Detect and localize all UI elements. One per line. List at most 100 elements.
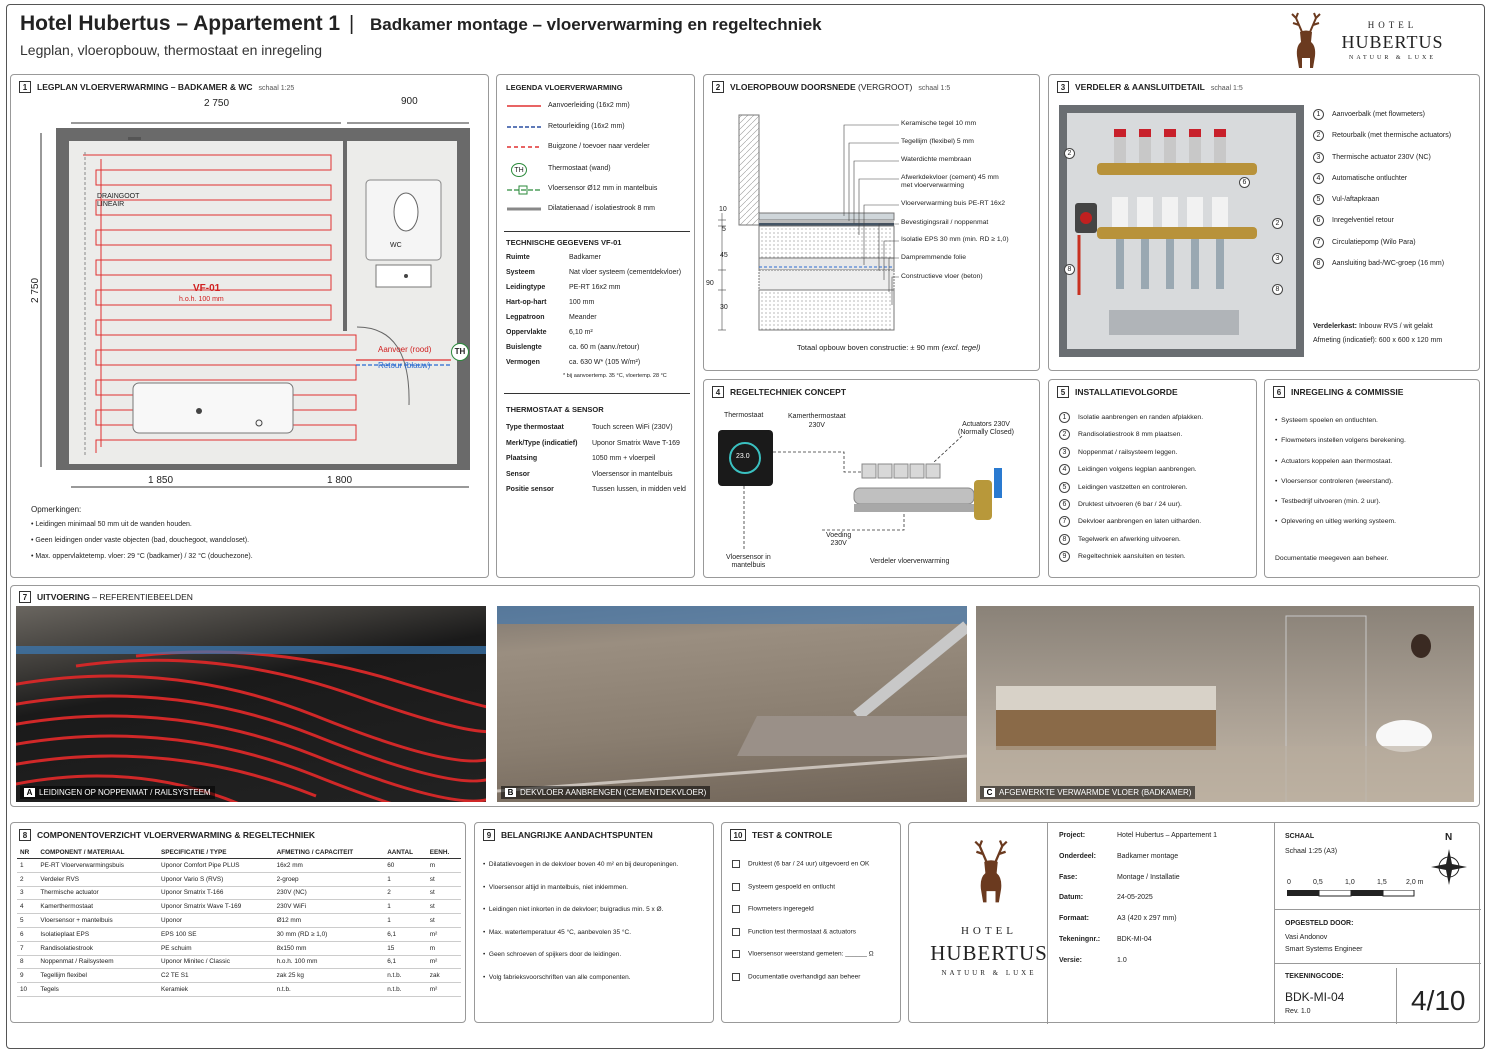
callout-badge: 3 [1272, 247, 1291, 265]
info-row: Vermogen ca. 630 W* (105 W/m²) [506, 359, 692, 374]
table-cell: PE schuim [158, 941, 274, 956]
checklist-item[interactable]: Documentatie overhandigd aan beheer [732, 972, 874, 996]
table-cell: 230V WiFi [273, 899, 385, 915]
tech-footnote: * bij aanvoertemp. 35 °C, vloertemp. 28 … [563, 373, 667, 379]
checklist-item[interactable]: Flowmeters ingeregeld [732, 905, 874, 928]
info-value: 6,10 m² [569, 329, 593, 336]
manifold-item: 6 Inregelventiel retour [1313, 215, 1451, 236]
table-row: 6 Isolatieplaat EPS EPS 100 SE 30 mm (RD ≥ … [17, 927, 461, 942]
table-cell: st [426, 886, 461, 901]
panel-number: 3 [1057, 81, 1069, 93]
install-step: 2 Randisolatiestrook 8 mm plaatsen. [1059, 429, 1203, 446]
table-header: EENH. [426, 847, 461, 859]
commissioning-item: • Actuators koppelen aan thermostaat. [1275, 457, 1393, 465]
table-cell: 1 [384, 913, 427, 928]
table-cell: Uponor Vario S (RVS) [158, 872, 274, 887]
checklist-item[interactable]: Function test thermostaat & actuators [732, 927, 874, 951]
checkbox[interactable] [732, 972, 740, 981]
legend-item: Vloersensor Ø12 mm in mantelbuis [548, 185, 658, 192]
floor-plan [40, 122, 470, 488]
checkbox[interactable] [732, 882, 740, 891]
panel-title: TEST & CONTROLE [752, 830, 833, 840]
thermo-table: Type thermostaat Touch screen WiFi (230V)… [506, 424, 692, 502]
info-row: Fase: Montage / Installatie [1059, 874, 1269, 895]
info-row: Formaat: A3 (420 x 297 mm) [1059, 915, 1269, 936]
table-cell: C2 TE S1 [158, 968, 274, 984]
table-cell: 6 [17, 927, 38, 942]
note-item: • Max. oppervlaktetemp. vloer: 29 °C (ba… [31, 553, 253, 560]
tech-title: TECHNISCHE GEGEVENS VF-01 [506, 238, 622, 247]
callout-number: 6 [1239, 177, 1250, 188]
info-value: Vloersensor in mantelbuis [592, 470, 673, 478]
info-value: 24-05-2025 [1117, 894, 1153, 902]
table-cell: 6,1 [384, 927, 427, 942]
deer-logo-large-icon [964, 839, 1018, 905]
table-cell: 4 [17, 899, 38, 915]
dim-screed: 45 [720, 252, 728, 259]
info-key: Leidingtype [506, 284, 546, 291]
panel-number: 8 [19, 829, 31, 841]
table-cell: n.t.b. [384, 982, 427, 997]
section-label: Bevestigingsrail / noppenmat [901, 219, 989, 226]
info-row: Project: Hotel Hubertus – Appartement 1 [1059, 832, 1269, 853]
table-cell: Ø12 mm [273, 913, 385, 928]
documentation-note: Documentatie meegeven aan beheer. [1275, 555, 1389, 562]
install-step: 5 Leidingen vastzetten en controleren. [1059, 481, 1203, 499]
legend-title: LEGENDA VLOERVERWARMING [506, 83, 623, 92]
info-value: Badkamer montage [1117, 852, 1179, 860]
info-value: Nat vloer systeem (cementdekvloer) [569, 269, 682, 276]
page-description: Legplan, vloeropbouw, thermostaat en inr… [20, 42, 322, 58]
zone-label: VF-01 [193, 283, 221, 294]
checklist-item[interactable]: Systeem gespoeld en ontlucht [732, 882, 874, 906]
dim-bottom-1: 1 850 [148, 475, 174, 486]
logo-tagline-large: NATUUR & LUXE [941, 969, 1037, 977]
table-cell: Tegellijm flexibel [37, 968, 158, 984]
dim-tile: 10 [719, 206, 727, 213]
author-role: Smart Systems Engineer [1285, 946, 1363, 953]
checkbox[interactable] [732, 927, 740, 936]
manifold-image [1059, 105, 1304, 357]
info-value: BDK-MI-04 [1117, 935, 1152, 943]
total-note: (excl. tegel) [941, 343, 981, 352]
note-item: • Leidingen minimaal 50 mm uit de wanden… [31, 521, 192, 528]
logo-tagline: NATUUR & LUXE [1349, 55, 1436, 61]
panel-title: VERDELER & AANSLUITDETAIL [1075, 82, 1205, 92]
north-label: N [1445, 832, 1453, 843]
checklist-item[interactable]: Druktest (6 bar / 24 uur) uitgevoerd en … [732, 860, 874, 883]
info-row: Ruimte Badkamer [506, 254, 692, 269]
photo-caption: A LEIDINGEN OP NOPPENMAT / RAILSYSTEEM [20, 786, 215, 799]
checklist-item[interactable]: Vloersensor weerstand gemeten: ______ Ω [732, 950, 874, 973]
control-diagram [718, 430, 1002, 550]
table-cell: n.t.b. [273, 982, 385, 997]
checkbox[interactable] [732, 860, 740, 868]
info-value: Tussen lussen, in midden veld [592, 486, 686, 493]
table-cell: Noppenmat / Railsysteem [37, 955, 158, 970]
legend-symbols [507, 105, 541, 211]
manifold-item: 3 Thermische actuator 230V (NC) [1313, 151, 1451, 173]
info-key: Onderdeel: [1059, 852, 1096, 860]
checkbox[interactable] [732, 905, 740, 914]
table-cell: m² [426, 955, 461, 970]
callout-badge: 6 [1239, 171, 1258, 189]
table-header: SPECIFICATIE / TYPE [158, 847, 274, 859]
panel-number: 9 [483, 829, 495, 841]
panel-commissioning: 6 INREGELING & COMMISSIE • Systeem spoele… [1264, 379, 1480, 578]
table-cell: 1 [384, 899, 427, 915]
manifold-item: 2 Retourbalk (met thermische actuators) [1313, 130, 1451, 151]
dim-glue: 5 [722, 226, 726, 233]
section-label: Vloerverwarming buis PE-RT 16x2 [901, 200, 1006, 207]
photo-caption: B DEKVLOER AANBRENGEN (CEMENTDEKVLOER) [501, 786, 711, 799]
info-key: Ruimte [506, 254, 530, 261]
panel-number: 5 [1057, 386, 1069, 398]
table-header: AFMETING / CAPACITEIT [273, 847, 385, 859]
scale-tick: 2,0 m [1406, 879, 1424, 886]
sensor-label: Vloersensor in mantelbuis [726, 554, 771, 570]
panel-title: UITVOERING [37, 592, 90, 602]
panel-legend: LEGENDA VLOERVERWARMING TH Aanvoerleidin… [496, 74, 695, 578]
scale-heading: SCHAAL [1285, 833, 1315, 840]
drawn-by-heading: OPGESTELD DOOR: [1285, 920, 1354, 927]
thermostat-display: 23.0 [736, 453, 750, 460]
checkbox[interactable] [732, 950, 740, 959]
section-labels: Keramische tegel 10 mm Tegellijm (flexib… [901, 120, 1009, 291]
thermostat-marker-icon: TH [451, 343, 469, 361]
